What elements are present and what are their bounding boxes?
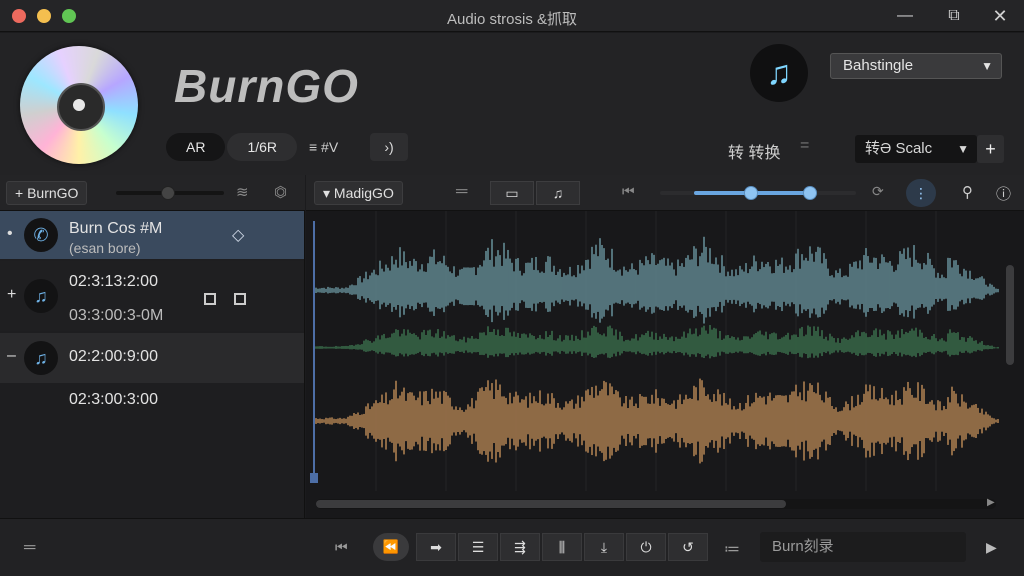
transport-bar: ═ ⏮ ⏪ ➡ ☰ ⇶ ⫼ ⤓ ⏻ ↺ ≔ Burn刻录 ▶: [0, 518, 1024, 576]
window-title: Audio strosis &抓取: [446, 11, 578, 28]
music-note-icon[interactable]: ♫: [750, 44, 808, 102]
track-row[interactable]: + ♫ 02:3:13:2:00 03:3:00:3-0M: [0, 261, 304, 331]
music-note-icon: ♫: [24, 341, 58, 375]
convert-label: 转 转换: [728, 145, 781, 162]
list-icon[interactable]: ≔: [724, 539, 740, 559]
mode-pill-group: AR 1/6R: [166, 133, 299, 161]
close-icon[interactable]: ✕: [982, 4, 1018, 28]
equals-icon: =: [800, 137, 810, 154]
monitor-button[interactable]: ▭: [490, 181, 534, 205]
header: BurnGO AR 1/6R ≡ #V ›) ♫ Bahstingle ▼ 转 …: [0, 33, 1024, 175]
waveform-canvas[interactable]: [306, 211, 1024, 501]
skip-back-icon[interactable]: ⏮: [622, 183, 635, 200]
list-mode-label[interactable]: ≡ #V: [309, 139, 338, 155]
track-collapse-icon[interactable]: –: [7, 347, 16, 365]
scroll-right-icon[interactable]: ▶: [987, 497, 995, 508]
phone-icon: ✆: [24, 218, 58, 252]
waveform-panel: ▾ MadigGO ═ ▭ ♫ ⏮ ⟳ ⋮ ⚲ ⓘ ▶: [306, 175, 1024, 518]
mode-pill-ar[interactable]: AR: [166, 133, 226, 161]
track-title: 02:3:13:2:00: [69, 273, 158, 290]
maximize-icon[interactable]: ⧉: [936, 4, 972, 28]
info-icon[interactable]: ⓘ: [996, 183, 1011, 204]
music-note-button[interactable]: ♫: [536, 181, 580, 205]
track-title: 02:2:00:9:00: [69, 348, 158, 365]
playhead-handle: [310, 473, 318, 483]
track-sidebar: + BurnGO ≋ ⏣ • ✆ Burn Cos #M (esan bore)…: [0, 175, 305, 518]
title-bar: Audio strosis &抓取 — ⧉ ✕: [0, 0, 1024, 32]
settings-icon[interactable]: ⏣: [274, 183, 287, 201]
track-toggle-b[interactable]: [234, 293, 246, 305]
vertical-scrollbar-thumb[interactable]: [1006, 265, 1014, 365]
minimize-icon[interactable]: —: [887, 4, 923, 28]
scale-select-value: 转Ә Scalc: [865, 140, 933, 157]
app-logo-text: BurnGO: [174, 60, 359, 112]
menu-icon[interactable]: ═: [456, 183, 467, 201]
sidebar-slider-knob[interactable]: [161, 186, 175, 200]
track-title: Burn Cos #M: [69, 220, 163, 237]
mixer-button[interactable]: ⇶: [500, 533, 540, 561]
track-bullet: •: [7, 225, 13, 242]
horizontal-scrollbar[interactable]: [316, 499, 996, 509]
pin-icon[interactable]: ⚲: [962, 183, 973, 201]
track-toggle-a[interactable]: [204, 293, 216, 305]
waveform-source-tag[interactable]: ▾ MadigGO: [314, 181, 403, 205]
waveform-track-c: [313, 378, 999, 464]
download-button[interactable]: ⤓: [584, 533, 624, 561]
track-subtitle: 03:3:00:3-0M: [69, 307, 164, 324]
audio-action-button[interactable]: ›): [370, 133, 408, 161]
track-row[interactable]: – ♫ 02:2:00:9:00: [0, 333, 304, 383]
diamond-icon[interactable]: ◇: [232, 225, 244, 245]
horizontal-scrollbar-thumb[interactable]: [316, 500, 786, 508]
loop-icon[interactable]: ⟳: [872, 183, 884, 200]
track-subtitle: (esan bore): [69, 240, 141, 256]
skip-start-icon[interactable]: ⏮: [335, 539, 348, 556]
mode-pill-ratio[interactable]: 1/6R: [227, 133, 298, 161]
zoom-slider-knob-end[interactable]: [803, 186, 817, 200]
next-arrow-button[interactable]: ➡: [416, 533, 456, 561]
rewind-button[interactable]: ⏪: [373, 533, 409, 561]
add-button[interactable]: +: [977, 135, 1004, 163]
burn-input[interactable]: Burn刻录: [760, 532, 966, 562]
sidebar-toolbar: + BurnGO ≋ ⏣: [0, 175, 305, 211]
music-note-icon: ♫: [24, 279, 58, 313]
track-expand-icon[interactable]: +: [7, 286, 16, 304]
profile-select-value: Bahstingle: [843, 57, 914, 74]
zoom-slider-knob-start[interactable]: [744, 186, 758, 200]
track-row[interactable]: • ✆ Burn Cos #M (esan bore) ◇: [0, 211, 304, 259]
cd-disc-icon: [20, 46, 138, 164]
waveform-toolbar: ▾ MadigGO ═ ▭ ♫ ⏮ ⟳ ⋮ ⚲ ⓘ: [306, 175, 1024, 211]
chevron-down-icon: ▼: [981, 59, 993, 73]
list-button[interactable]: ☰: [458, 533, 498, 561]
menu-icon[interactable]: ═: [24, 539, 35, 557]
scale-select[interactable]: 转Ә Scalc ▼: [855, 135, 977, 163]
chevron-down-icon: ▼: [957, 142, 969, 156]
sidebar-source-tag[interactable]: + BurnGO: [6, 181, 88, 205]
power-button[interactable]: ⏻: [626, 533, 666, 561]
wave-icon[interactable]: ≋: [236, 183, 249, 201]
track-extra-time: 02:3:00:3:00: [69, 391, 158, 408]
undo-button[interactable]: ↺: [668, 533, 708, 561]
profile-select[interactable]: Bahstingle ▼: [830, 53, 1002, 79]
chapters-button[interactable]: ⫼: [542, 533, 582, 561]
play-icon[interactable]: ▶: [986, 539, 997, 556]
more-vertical-icon[interactable]: ⋮: [906, 179, 936, 207]
